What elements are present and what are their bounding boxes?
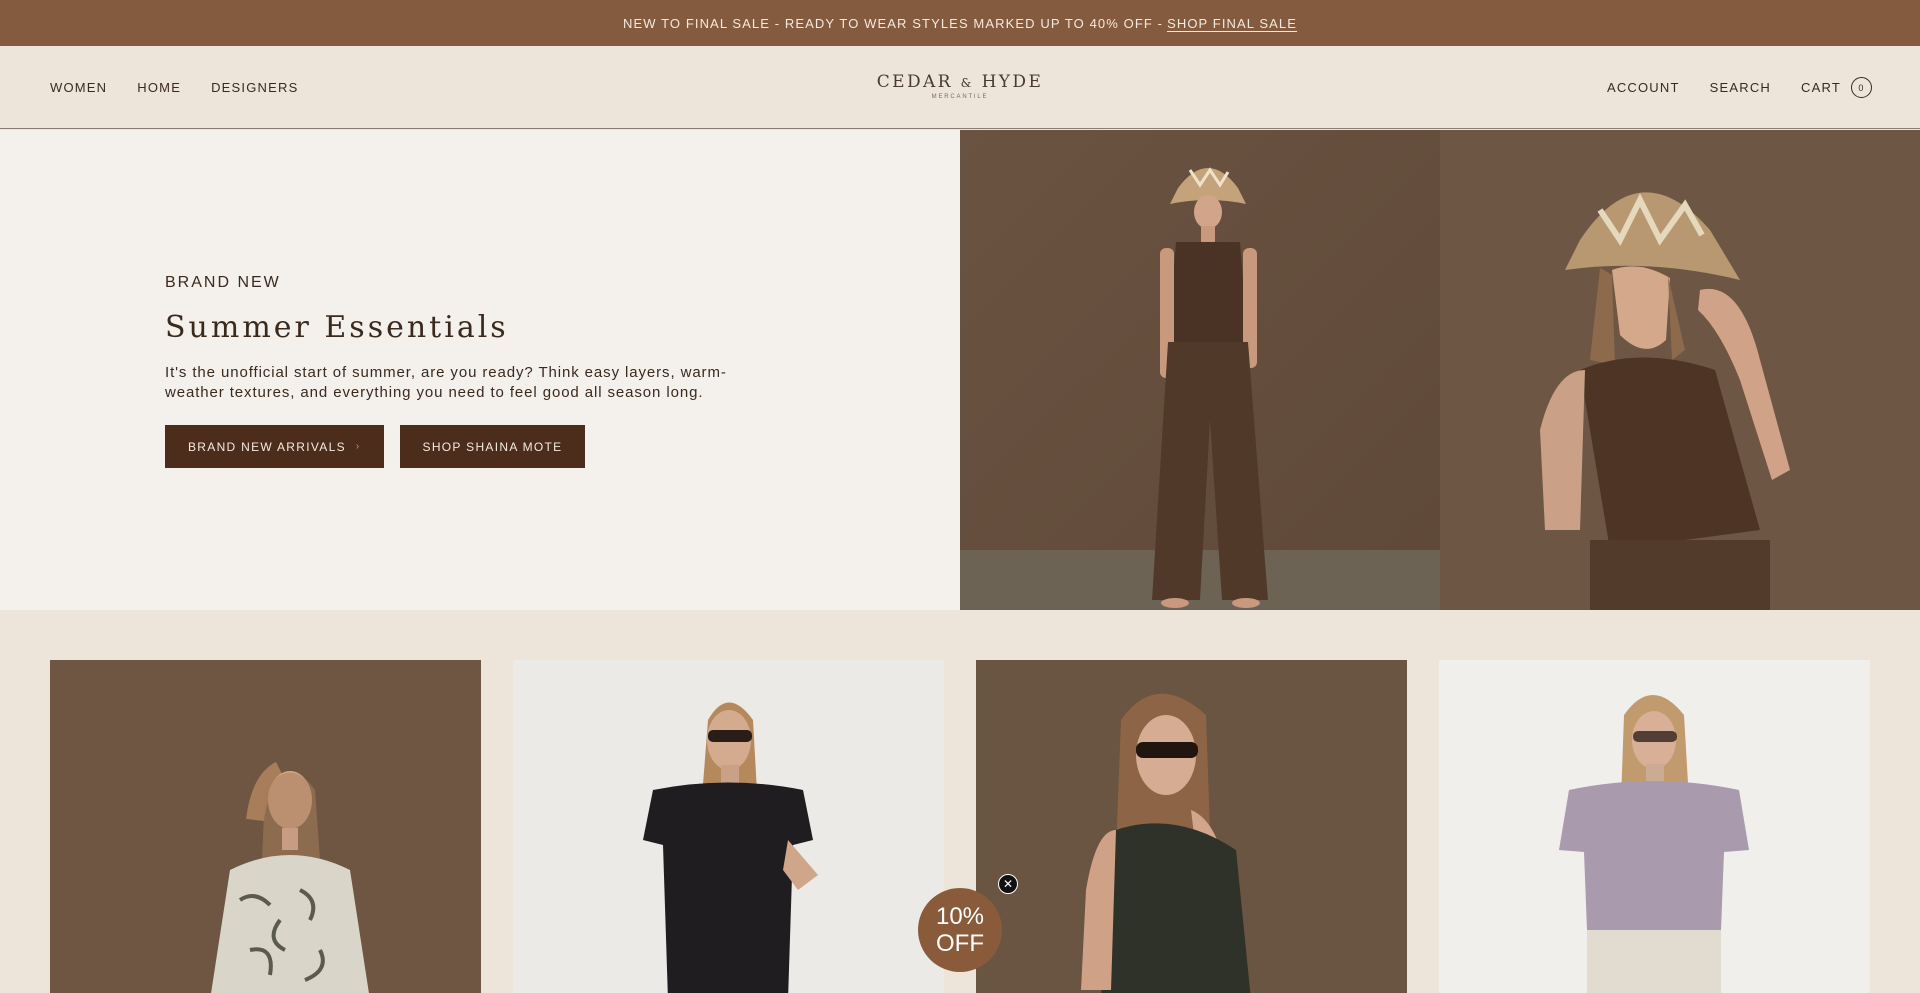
logo-ampersand: & (960, 76, 974, 90)
hero-eyebrow: BRAND NEW (165, 274, 281, 291)
hero-section: BRAND NEW Summer Essentials It's the uno… (0, 130, 1920, 610)
hero-image-model-full[interactable] (960, 130, 1440, 610)
hero-image-model-closeup[interactable] (1440, 130, 1920, 610)
hero-text-panel: BRAND NEW Summer Essentials It's the uno… (0, 130, 960, 610)
announcement-text: NEW TO FINAL SALE - READY TO WEAR STYLES… (622, 15, 1164, 31)
account-link[interactable]: ACCOUNT (1607, 80, 1680, 95)
nav-designers[interactable]: DESIGNERS (211, 80, 298, 95)
discount-percent: 10% (935, 903, 985, 930)
shop-final-sale-link[interactable]: SHOP FINAL SALE (1167, 16, 1297, 31)
logo-wordmark: CEDAR & HYDE (877, 72, 1044, 92)
hero-buttons: BRAND NEW ARRIVALS › SHOP SHAINA MOTE (165, 425, 586, 468)
shop-shaina-mote-button[interactable]: SHOP SHAINA MOTE (399, 425, 586, 468)
close-icon[interactable]: ✕ (998, 874, 1018, 894)
nav-women[interactable]: WOMEN (50, 80, 107, 95)
site-logo[interactable]: CEDAR & HYDE MERCANTILE (877, 72, 1044, 100)
logo-word-hyde: HYDE (981, 72, 1044, 92)
brand-new-arrivals-label: BRAND NEW ARRIVALS (188, 439, 346, 454)
utility-nav: ACCOUNT SEARCH CART 0 (1607, 46, 1872, 129)
cart-count-badge: 0 (1851, 77, 1872, 98)
brand-new-arrivals-button[interactable]: BRAND NEW ARRIVALS › (165, 425, 384, 468)
nav-home[interactable]: HOME (137, 80, 181, 95)
search-link[interactable]: SEARCH (1710, 80, 1771, 95)
product-card-lilac-tee[interactable] (1439, 660, 1870, 993)
product-card-black-dress[interactable] (513, 660, 944, 993)
product-card-green-tank[interactable] (976, 660, 1407, 993)
shop-shaina-mote-label: SHOP SHAINA MOTE (422, 439, 563, 454)
discount-off: OFF (936, 930, 984, 957)
logo-subtitle: MERCANTILE (931, 94, 989, 100)
logo-word-cedar: CEDAR (876, 72, 953, 92)
hero-title: Summer Essentials (165, 310, 509, 345)
product-card-patterned-shirt[interactable] (50, 660, 481, 993)
cart-label: CART (1801, 80, 1841, 95)
announcement-bar: NEW TO FINAL SALE - READY TO WEAR STYLES… (0, 0, 1920, 46)
primary-nav: WOMEN HOME DESIGNERS (50, 46, 298, 129)
chevron-right-icon: › (355, 441, 361, 452)
hero-description: It's the unofficial start of summer, are… (165, 364, 727, 401)
site-header: WOMEN HOME DESIGNERS CEDAR & HYDE MERCAN… (0, 46, 1920, 129)
discount-badge[interactable]: 10% OFF (918, 888, 1002, 972)
cart-link[interactable]: CART 0 (1801, 77, 1872, 98)
